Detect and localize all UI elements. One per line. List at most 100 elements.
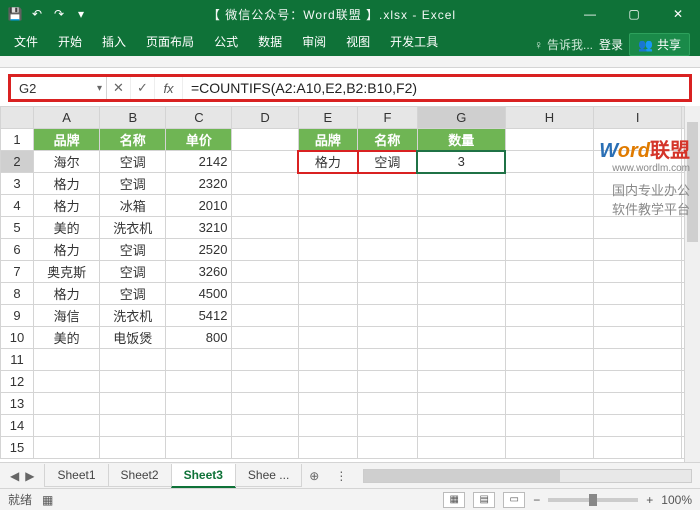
- vertical-scroll-thumb[interactable]: [687, 122, 698, 242]
- cell[interactable]: 洗衣机: [100, 305, 166, 327]
- cell[interactable]: [594, 129, 682, 151]
- cell[interactable]: 4500: [166, 283, 232, 305]
- cancel-formula-button[interactable]: ✕: [107, 77, 131, 99]
- minimize-button[interactable]: —: [568, 0, 612, 28]
- tab-view[interactable]: 视图: [336, 27, 380, 56]
- fx-button[interactable]: fx: [155, 77, 183, 99]
- cell[interactable]: 3210: [166, 217, 232, 239]
- cell[interactable]: 格力: [34, 239, 100, 261]
- row-header[interactable]: 10: [1, 327, 34, 349]
- qat-dropdown-icon[interactable]: ▾: [72, 5, 90, 23]
- login-link[interactable]: 登录: [599, 36, 623, 53]
- redo-icon[interactable]: ↷: [50, 5, 68, 23]
- cell[interactable]: 空调: [358, 151, 418, 173]
- cell[interactable]: 冰箱: [100, 195, 166, 217]
- cell[interactable]: 格力: [34, 173, 100, 195]
- tab-file[interactable]: 文件: [4, 27, 48, 56]
- tab-dev[interactable]: 开发工具: [380, 27, 448, 56]
- cell[interactable]: 2010: [166, 195, 232, 217]
- undo-icon[interactable]: ↶: [28, 5, 46, 23]
- cell[interactable]: 格力: [34, 283, 100, 305]
- row-header[interactable]: 9: [1, 305, 34, 327]
- tab-insert[interactable]: 插入: [92, 27, 136, 56]
- cell[interactable]: 名称: [100, 129, 166, 151]
- name-box[interactable]: G2 ▾: [11, 77, 107, 99]
- row-header[interactable]: 8: [1, 283, 34, 305]
- cell[interactable]: 单价: [166, 129, 232, 151]
- cell[interactable]: 电饭煲: [100, 327, 166, 349]
- cell[interactable]: 海信: [34, 305, 100, 327]
- row-header[interactable]: 13: [1, 393, 34, 415]
- name-box-dropdown-icon[interactable]: ▾: [97, 83, 102, 94]
- cell[interactable]: [505, 151, 593, 173]
- cell[interactable]: 2320: [166, 173, 232, 195]
- cell[interactable]: 空调: [100, 173, 166, 195]
- spreadsheet-grid[interactable]: A B C D E F G H I 1 品牌 名称 单价 品牌 名称 数量 2 …: [0, 106, 700, 462]
- cell[interactable]: [232, 151, 298, 173]
- save-icon[interactable]: 💾: [6, 5, 24, 23]
- horizontal-scrollbar[interactable]: [363, 469, 692, 483]
- cell[interactable]: 数量: [417, 129, 505, 151]
- tab-review[interactable]: 审阅: [292, 27, 336, 56]
- tab-formulas[interactable]: 公式: [204, 27, 248, 56]
- row-header-2[interactable]: 2: [1, 151, 34, 173]
- tab-home[interactable]: 开始: [48, 27, 92, 56]
- cell[interactable]: [505, 129, 593, 151]
- cell[interactable]: 奥克斯: [34, 261, 100, 283]
- cell[interactable]: [594, 151, 682, 173]
- cell[interactable]: 海尔: [34, 151, 100, 173]
- sheet-tab-sheet2[interactable]: Sheet2: [108, 464, 172, 487]
- col-header-H[interactable]: H: [505, 107, 593, 129]
- cell[interactable]: 空调: [100, 261, 166, 283]
- cell[interactable]: 2520: [166, 239, 232, 261]
- row-header[interactable]: 5: [1, 217, 34, 239]
- col-header-G[interactable]: G: [417, 107, 505, 129]
- cell[interactable]: 洗衣机: [100, 217, 166, 239]
- col-header-D[interactable]: D: [232, 107, 298, 129]
- cell[interactable]: 品牌: [298, 129, 358, 151]
- select-all-corner[interactable]: [1, 107, 34, 129]
- row-header[interactable]: 11: [1, 349, 34, 371]
- sheet-tab-sheet1[interactable]: Sheet1: [44, 464, 108, 487]
- horizontal-scroll-thumb[interactable]: [364, 470, 560, 482]
- vertical-scrollbar[interactable]: [684, 106, 700, 462]
- cell[interactable]: 空调: [100, 283, 166, 305]
- row-header[interactable]: 7: [1, 261, 34, 283]
- enter-formula-button[interactable]: ✓: [131, 77, 155, 99]
- cell[interactable]: 空调: [100, 239, 166, 261]
- sheet-overflow-icon[interactable]: ⋮: [327, 465, 355, 487]
- cell[interactable]: [232, 129, 298, 151]
- share-button[interactable]: 👥 共享: [629, 33, 690, 56]
- sheet-tab-sheet3[interactable]: Sheet3: [171, 464, 236, 488]
- col-header-C[interactable]: C: [166, 107, 232, 129]
- cell[interactable]: 格力: [34, 195, 100, 217]
- sheet-nav-prev-icon[interactable]: ◀: [10, 469, 19, 483]
- formula-input[interactable]: =COUNTIFS(A2:A10,E2,B2:B10,F2): [183, 77, 689, 99]
- close-button[interactable]: ✕: [656, 0, 700, 28]
- col-header-I[interactable]: I: [594, 107, 682, 129]
- col-header-B[interactable]: B: [100, 107, 166, 129]
- cell[interactable]: 美的: [34, 327, 100, 349]
- row-header[interactable]: 3: [1, 173, 34, 195]
- cell[interactable]: 5412: [166, 305, 232, 327]
- col-header-E[interactable]: E: [298, 107, 358, 129]
- row-header[interactable]: 4: [1, 195, 34, 217]
- row-header[interactable]: 12: [1, 371, 34, 393]
- col-header-F[interactable]: F: [358, 107, 418, 129]
- cell[interactable]: 品牌: [34, 129, 100, 151]
- tab-layout[interactable]: 页面布局: [136, 27, 204, 56]
- row-header[interactable]: 15: [1, 437, 34, 459]
- cell[interactable]: 2142: [166, 151, 232, 173]
- cell-active[interactable]: 3: [417, 151, 505, 173]
- sheet-nav-next-icon[interactable]: ▶: [25, 469, 34, 483]
- row-header[interactable]: 14: [1, 415, 34, 437]
- cell[interactable]: 3260: [166, 261, 232, 283]
- cell[interactable]: 名称: [358, 129, 418, 151]
- cell[interactable]: 美的: [34, 217, 100, 239]
- sheet-add-button[interactable]: ⊕: [301, 465, 327, 487]
- col-header-A[interactable]: A: [34, 107, 100, 129]
- row-header[interactable]: 6: [1, 239, 34, 261]
- tab-data[interactable]: 数据: [248, 27, 292, 56]
- tell-me-search[interactable]: ♀ 告诉我...: [534, 36, 593, 53]
- cell[interactable]: 格力: [298, 151, 358, 173]
